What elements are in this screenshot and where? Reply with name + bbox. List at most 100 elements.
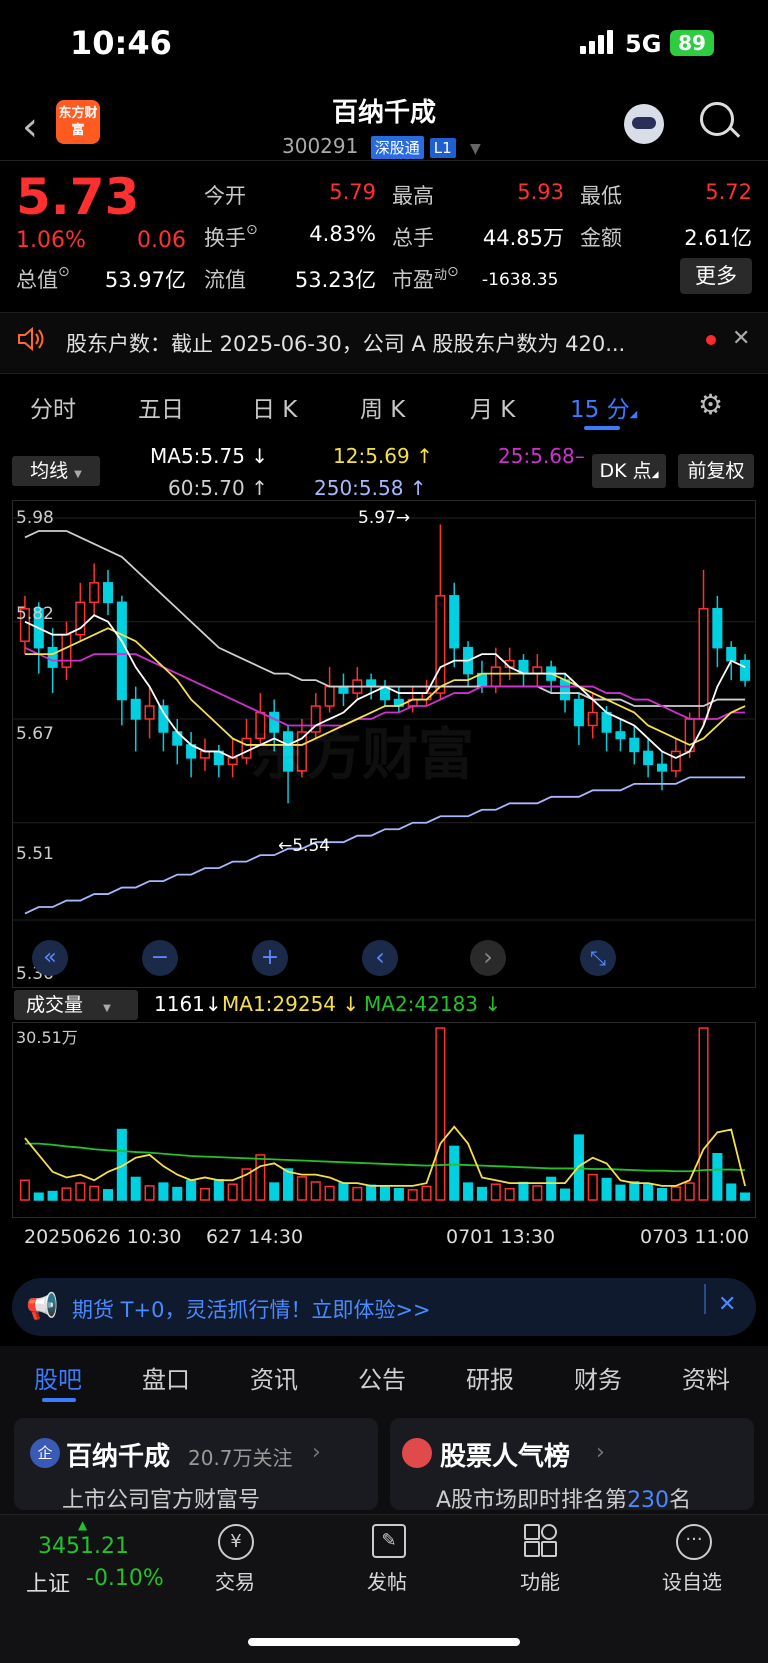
volume-bar: [366, 1184, 377, 1201]
mktcap-label[interactable]: 总值⊙: [16, 264, 70, 294]
candle: [712, 595, 723, 668]
volume-bar: [158, 1182, 169, 1201]
candle: [199, 738, 211, 771]
close-icon[interactable]: ✕: [732, 326, 750, 351]
card-subtitle: 上市公司官方财富号: [62, 1488, 261, 1513]
volume-bar: [559, 1188, 571, 1201]
volume-selector[interactable]: 成交量 ▼: [14, 990, 138, 1020]
assistant-robot-icon[interactable]: [624, 104, 664, 144]
candle: [379, 680, 391, 707]
volume-bar: [698, 1027, 709, 1201]
mktcap-value: 53.97亿: [104, 268, 186, 292]
search-icon[interactable]: [700, 102, 734, 136]
time-axis-label: 20250626 10:30: [24, 1226, 182, 1248]
price-axis-label: 5.82: [16, 604, 54, 624]
change-percent: 1.06%: [16, 228, 86, 253]
tab-finance[interactable]: 财务: [574, 1360, 622, 1395]
volume-bar: [532, 1185, 543, 1201]
high-value: 5.93: [517, 180, 564, 204]
tab-news[interactable]: 资讯: [250, 1360, 298, 1395]
enterprise-badge-icon: 企: [30, 1438, 60, 1468]
volume-bar: [379, 1185, 391, 1201]
volume-bar: [463, 1182, 474, 1201]
volume-chart[interactable]: [12, 1022, 756, 1218]
volume-bar: [601, 1177, 612, 1201]
index-value[interactable]: 3451.21: [38, 1534, 129, 1559]
volume-bar: [449, 1145, 460, 1201]
ma25-label: 25:5.68–: [498, 444, 585, 468]
scroll-right-button[interactable]: ›: [470, 940, 506, 976]
tab-guba[interactable]: 股吧: [34, 1360, 82, 1395]
scroll-to-start-button[interactable]: «: [32, 940, 68, 976]
tab-monthly-k[interactable]: 月 K: [470, 390, 515, 424]
candle: [130, 686, 141, 752]
divider: [704, 1284, 706, 1314]
ma5-label: MA5:5.75 ↓: [150, 444, 269, 468]
vol-ma2-line: [24, 1142, 746, 1173]
volume-bar: [283, 1168, 294, 1201]
tab-daily-k[interactable]: 日 K: [252, 390, 297, 424]
volume-bar: [587, 1173, 598, 1201]
chevron-down-icon: ▼: [470, 141, 481, 157]
close-icon[interactable]: ✕: [718, 1292, 736, 1317]
volume-bar: [19, 1179, 30, 1201]
candle: [449, 582, 460, 668]
tab-intraday[interactable]: 分时: [30, 390, 76, 424]
stock-code-row[interactable]: 300291 深股通 L1 ▼: [282, 134, 481, 159]
candle: [324, 667, 335, 713]
volume-bar: [670, 1186, 681, 1201]
low-marker: ←5.54: [278, 836, 331, 856]
fullscreen-button[interactable]: ⤡: [580, 940, 616, 976]
connect-tag: 深股通: [370, 136, 424, 159]
tab-weekly-k[interactable]: 周 K: [360, 390, 405, 424]
pe-label[interactable]: 市盈动⊙: [392, 264, 459, 294]
nav-add-watchlist[interactable]: 设自选: [652, 1566, 732, 1595]
candle: [352, 667, 363, 700]
tab-announcements[interactable]: 公告: [358, 1360, 406, 1395]
volume-bar: [518, 1181, 529, 1201]
last-price: 5.73: [16, 168, 140, 226]
volume-bar: [476, 1186, 487, 1201]
candle: [740, 654, 751, 687]
volume-bar: [643, 1184, 654, 1201]
volume-bar: [199, 1187, 211, 1201]
volume-bar: [172, 1186, 183, 1201]
ma-selector[interactable]: 均线 ▼: [12, 456, 100, 486]
price-axis-label: 5.51: [16, 844, 54, 864]
ma12-label: 12:5.69 ↑: [333, 444, 433, 468]
volume-bar: [684, 1182, 695, 1201]
adjust-mode-button[interactable]: 前复权: [678, 454, 754, 488]
high-marker: 5.97→: [358, 508, 411, 528]
tab-orderbook[interactable]: 盘口: [142, 1360, 190, 1395]
index-name[interactable]: 上证: [26, 1566, 70, 1598]
volume-bar: [310, 1181, 321, 1201]
status-time: 10:46: [70, 24, 172, 62]
scroll-left-button[interactable]: ‹: [362, 940, 398, 976]
tab-profile[interactable]: 资料: [682, 1360, 730, 1395]
tab-five-day[interactable]: 五日: [138, 390, 184, 424]
candle: [573, 693, 584, 745]
volume-current: 1161↓: [154, 992, 222, 1016]
active-tab-indicator: [42, 1398, 76, 1402]
open-value: 5.79: [329, 180, 376, 204]
network-type: 5G: [625, 30, 662, 58]
tab-research[interactable]: 研报: [466, 1360, 514, 1395]
settings-gear-icon[interactable]: ⚙: [698, 388, 723, 421]
nav-post[interactable]: 发帖: [352, 1566, 422, 1595]
down-triangle-icon: ▲: [78, 1518, 88, 1532]
turnover-label[interactable]: 换手⊙: [204, 222, 258, 252]
index-change: -0.10%: [86, 1566, 164, 1591]
candle: [643, 738, 654, 778]
dk-point-button[interactable]: DK 点◢: [592, 454, 666, 488]
tab-15-min[interactable]: 15 分◢: [570, 390, 637, 424]
nav-functions[interactable]: 功能: [505, 1566, 575, 1595]
candle: [186, 731, 197, 778]
ma250-line: [24, 776, 746, 915]
volume-bar: [656, 1187, 668, 1201]
nav-trade[interactable]: 交易: [200, 1566, 270, 1595]
zoom-out-button[interactable]: −: [142, 940, 178, 976]
candle: [546, 660, 557, 694]
ma60-line: [24, 530, 746, 707]
more-button[interactable]: 更多: [680, 258, 752, 294]
zoom-in-button[interactable]: +: [252, 940, 288, 976]
